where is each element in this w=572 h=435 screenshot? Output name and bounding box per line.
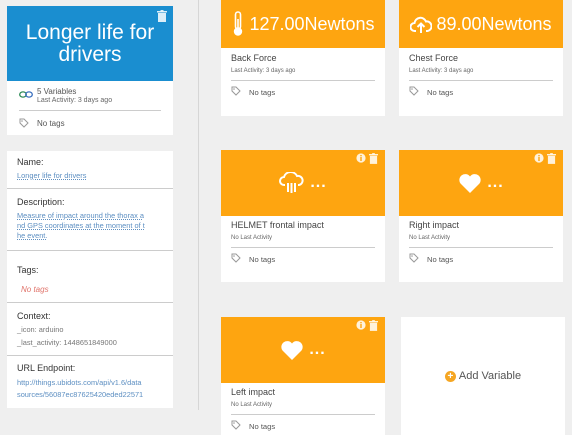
tag-icon [231,253,241,263]
variable-value: 89.00Newtons [436,13,552,34]
variable-tags: No tags [249,255,276,264]
variable-card-left-impact[interactable]: ... Left impact No Last Activity No tags [221,317,385,435]
trash-icon[interactable] [547,153,556,164]
variable-last-activity: No Last Activity [231,402,273,408]
tags-section: Tags: No tags [7,251,173,303]
variable-value: ... [309,341,326,358]
url-line-1[interactable]: http://things.ubidots.com/api/v1.6/data [17,378,142,387]
tags-label: Tags: [17,265,39,275]
trash-icon[interactable] [369,153,378,164]
trash-icon[interactable] [157,10,167,22]
variable-name[interactable]: Right impact [409,220,459,230]
datasource-last-activity: Last Activity: 3 days ago [37,97,113,104]
variable-header[interactable]: 89.00Newtons [399,0,563,48]
variable-name[interactable]: Back Force [231,53,277,63]
datasource-meta: 5 Variables Last Activity: 3 days ago [19,81,161,111]
context-label: Context: [17,311,51,321]
column-divider [198,0,199,410]
variable-name[interactable]: HELMET frontal impact [231,220,324,230]
cloud-upload-icon [410,16,433,33]
context-section: Context: _icon: arduino _last_activity: … [7,303,173,356]
datasource-header[interactable]: Longer life for drivers [7,6,173,81]
variable-separator [409,247,553,248]
description-line-2[interactable]: nd GPS coordinates at the moment of t [17,221,145,231]
url-label: URL Endpoint: [17,363,76,373]
info-icon[interactable] [356,153,366,163]
heart-icon [459,173,481,193]
tags-value[interactable]: No tags [21,285,49,294]
datasource-card[interactable]: Longer life for drivers 5 Variables Last… [7,6,173,135]
info-icon[interactable] [356,320,366,330]
variables-count: 5 Variables [37,87,77,96]
datasource-tags: No tags [19,111,161,135]
variable-value: ... [310,174,327,191]
tag-icon [409,253,419,263]
name-label: Name: [17,157,44,167]
variable-name[interactable]: Left impact [231,387,275,397]
link-chain-icon [19,91,33,98]
datasource-tags-text: No tags [37,119,65,128]
add-variable-button[interactable]: + Add Variable [444,370,522,382]
variable-header[interactable]: 127.00Newtons [221,0,385,48]
heart-icon [281,340,303,360]
variable-separator [231,414,375,415]
variable-header[interactable]: ... [221,317,385,383]
tag-icon [231,86,241,96]
url-section: URL Endpoint: http://things.ubidots.com/… [7,356,173,408]
variable-card-right-impact[interactable]: ... Right impact No Last Activity No tag… [399,150,563,282]
variable-header[interactable]: ... [399,150,563,216]
description-line-3[interactable]: he event. [17,231,47,241]
variable-tags: No tags [249,88,276,97]
thermometer-icon [234,11,243,36]
tag-icon [19,118,29,128]
datasource-details-panel: Name: Longer life for drivers Descriptio… [7,151,173,408]
variable-separator [409,80,553,81]
variable-last-activity: Last Activity: 3 days ago [409,68,474,74]
info-icon[interactable] [534,153,544,163]
variable-value: 127.00Newtons [249,13,375,34]
variable-card-helmet-frontal-impact[interactable]: ... HELMET frontal impact No Last Activi… [221,150,385,282]
variable-tags: No tags [427,255,454,264]
variable-tags: No tags [427,88,454,97]
cloud-rain-icon [279,172,304,193]
variable-card-chest-force[interactable]: 89.00Newtons Chest Force Last Activity: … [399,0,563,116]
description-label: Description: [17,197,65,207]
variable-name[interactable]: Chest Force [409,53,458,63]
context-icon-value: _icon: arduino [17,325,64,334]
name-value[interactable]: Longer life for drivers [17,171,86,181]
variable-tags: No tags [249,422,276,431]
tag-icon [409,86,419,96]
variable-separator [231,80,375,81]
description-section: Description: Measure of impact around th… [7,189,173,251]
variable-separator [231,247,375,248]
variable-value: ... [487,174,504,191]
description-line-1[interactable]: Measure of impact around the thorax a [17,211,144,221]
add-variable-card[interactable]: + Add Variable [401,317,565,435]
tag-icon [231,420,241,430]
trash-icon[interactable] [369,320,378,331]
plus-icon: + [444,370,456,382]
variable-card-back-force[interactable]: 127.00Newtons Back Force Last Activity: … [221,0,385,116]
add-variable-label: Add Variable [458,370,522,382]
variable-last-activity: Last Activity: 3 days ago [231,68,296,74]
variable-last-activity: No Last Activity [231,235,273,241]
variable-header[interactable]: ... [221,150,385,216]
context-last-activity-value: _last_activity: 1448651849000 [17,338,117,347]
name-section: Name: Longer life for drivers [7,151,173,189]
datasource-title: Longer life for drivers [25,20,155,66]
variable-last-activity: No Last Activity [409,235,451,241]
url-line-2[interactable]: sources/56087ec87625420eded22571 [17,390,143,399]
